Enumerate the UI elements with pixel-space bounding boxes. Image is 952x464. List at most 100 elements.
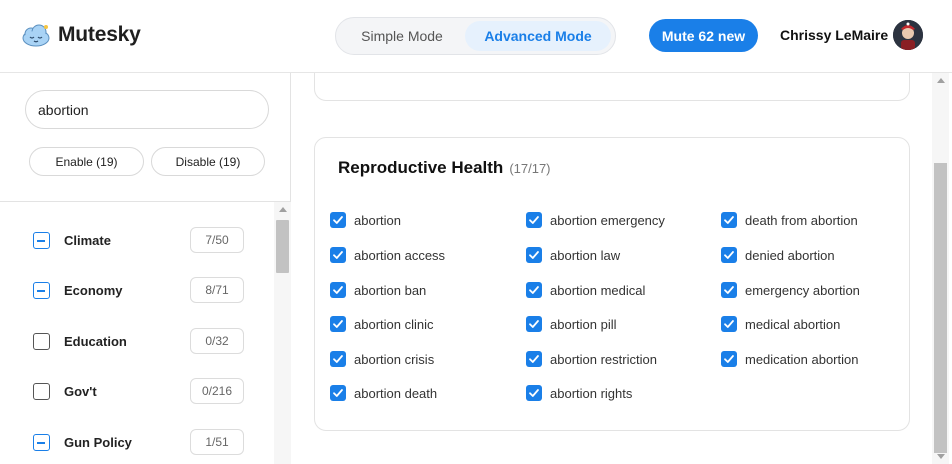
category-row-education[interactable]: Education 0/32: [0, 326, 274, 356]
checkmark-icon: [724, 320, 734, 328]
checked-checkbox[interactable]: [526, 282, 542, 298]
keyword-item[interactable]: abortion crisis: [330, 349, 434, 369]
keyword-item[interactable]: abortion rights: [526, 383, 632, 403]
checked-checkbox[interactable]: [330, 282, 346, 298]
scrollbar-thumb[interactable]: [934, 163, 947, 453]
checked-checkbox[interactable]: [721, 212, 737, 228]
keyword-item[interactable]: abortion ban: [330, 280, 426, 300]
keyword-label: abortion rights: [550, 385, 633, 401]
category-row-economy[interactable]: Economy 8/71: [0, 275, 274, 305]
keyword-item[interactable]: medication abortion: [721, 349, 858, 369]
checkmark-icon: [529, 251, 539, 259]
keyword-label: abortion clinic: [354, 316, 434, 332]
keyword-label: denied abortion: [745, 247, 835, 263]
main-scrollbar[interactable]: [932, 73, 949, 464]
keyword-item[interactable]: death from abortion: [721, 210, 858, 230]
keyword-label: abortion ban: [354, 282, 427, 298]
scroll-up-arrow-icon[interactable]: [937, 78, 945, 83]
scrollbar-thumb[interactable]: [276, 220, 289, 273]
checkmark-icon: [529, 355, 539, 363]
enable-all-button[interactable]: Enable (19): [29, 147, 144, 176]
avatar[interactable]: [893, 20, 923, 50]
checked-checkbox[interactable]: [721, 247, 737, 263]
category-name: Gun Policy: [64, 435, 132, 450]
category-count: 0/32: [190, 328, 244, 354]
keyword-label: abortion access: [354, 247, 446, 263]
keyword-item[interactable]: abortion access: [330, 245, 445, 265]
section-title: Reproductive Health (17/17): [338, 158, 551, 177]
category-row-gun-policy[interactable]: Gun Policy 1/51: [0, 427, 274, 457]
checkmark-icon: [333, 355, 343, 363]
keyword-item[interactable]: abortion medical: [526, 280, 645, 300]
keyword-item[interactable]: abortion emergency: [526, 210, 665, 230]
keyword-item[interactable]: emergency abortion: [721, 280, 860, 300]
checked-checkbox[interactable]: [721, 282, 737, 298]
disable-all-button[interactable]: Disable (19): [151, 147, 265, 176]
checkmark-icon: [724, 286, 734, 294]
checked-checkbox[interactable]: [526, 351, 542, 367]
checked-checkbox[interactable]: [721, 316, 737, 332]
section-card-reproductive-health: Reproductive Health (17/17) abortion abort…: [314, 137, 910, 431]
partial-checkbox[interactable]: [33, 434, 50, 451]
keyword-item[interactable]: abortion restriction: [526, 349, 657, 369]
checked-checkbox[interactable]: [330, 316, 346, 332]
keyword-label: abortion crisis: [354, 351, 435, 367]
checkbox[interactable]: [33, 383, 50, 400]
keyword-item[interactable]: abortion law: [526, 245, 620, 265]
checked-checkbox[interactable]: [330, 385, 346, 401]
keyword-item[interactable]: denied abortion: [721, 245, 835, 265]
app-header: Mutesky Simple Mode Advanced Mode Mute 6…: [0, 0, 952, 73]
advanced-mode-button[interactable]: Advanced Mode: [465, 21, 611, 51]
checkmark-icon: [529, 320, 539, 328]
partial-checkbox[interactable]: [33, 232, 50, 249]
scroll-down-arrow-icon[interactable]: [937, 454, 945, 459]
checkbox[interactable]: [33, 333, 50, 350]
app-logo[interactable]: Mutesky: [21, 22, 141, 48]
category-row-climate[interactable]: Climate 7/50: [0, 225, 274, 255]
checked-checkbox[interactable]: [526, 316, 542, 332]
checkmark-icon: [333, 216, 343, 224]
checked-checkbox[interactable]: [526, 385, 542, 401]
partial-checkbox[interactable]: [33, 282, 50, 299]
keyword-item[interactable]: abortion death: [330, 383, 437, 403]
search-input[interactable]: abortion: [25, 90, 269, 129]
category-row-govt[interactable]: Gov't 0/216: [0, 376, 274, 406]
keyword-label: abortion medical: [550, 282, 646, 298]
keyword-panel: Reproductive Health (17/17) abortion abort…: [292, 73, 932, 464]
checkmark-icon: [529, 286, 539, 294]
keyword-label: abortion pill: [550, 316, 617, 332]
checked-checkbox[interactable]: [330, 351, 346, 367]
checked-checkbox[interactable]: [721, 351, 737, 367]
keyword-item[interactable]: abortion clinic: [330, 314, 434, 334]
checked-checkbox[interactable]: [526, 212, 542, 228]
category-name: Education: [64, 334, 127, 349]
mode-toggle: Simple Mode Advanced Mode: [335, 17, 616, 55]
checked-checkbox[interactable]: [330, 212, 346, 228]
checkmark-icon: [333, 251, 343, 259]
section-count: (17/17): [509, 161, 551, 176]
checked-checkbox[interactable]: [526, 247, 542, 263]
checkmark-icon: [333, 320, 343, 328]
keyword-item[interactable]: abortion pill: [526, 314, 617, 334]
keyword-label: death from abortion: [745, 212, 858, 228]
app-name: Mutesky: [58, 23, 141, 46]
checkmark-icon: [529, 216, 539, 224]
checked-checkbox[interactable]: [330, 247, 346, 263]
category-list: Climate 7/50 Economy 8/71 Education 0/32…: [0, 202, 274, 464]
checkmark-icon: [333, 286, 343, 294]
scroll-up-arrow-icon[interactable]: [279, 207, 287, 212]
keyword-label: abortion emergency: [550, 212, 665, 228]
category-count: 0/216: [190, 378, 244, 404]
category-count: 8/71: [190, 277, 244, 303]
user-name: Chrissy LeMaire: [780, 27, 889, 43]
checkmark-icon: [724, 251, 734, 259]
category-name: Climate: [64, 233, 111, 248]
keyword-label: emergency abortion: [745, 282, 860, 298]
keyword-item[interactable]: medical abortion: [721, 314, 840, 334]
simple-mode-button[interactable]: Simple Mode: [340, 21, 464, 51]
keyword-item[interactable]: abortion: [330, 210, 401, 230]
category-name: Gov't: [64, 384, 97, 399]
mute-new-button[interactable]: Mute 62 new: [649, 19, 758, 52]
sidebar-scrollbar[interactable]: [274, 202, 291, 464]
category-count: 7/50: [190, 227, 244, 253]
